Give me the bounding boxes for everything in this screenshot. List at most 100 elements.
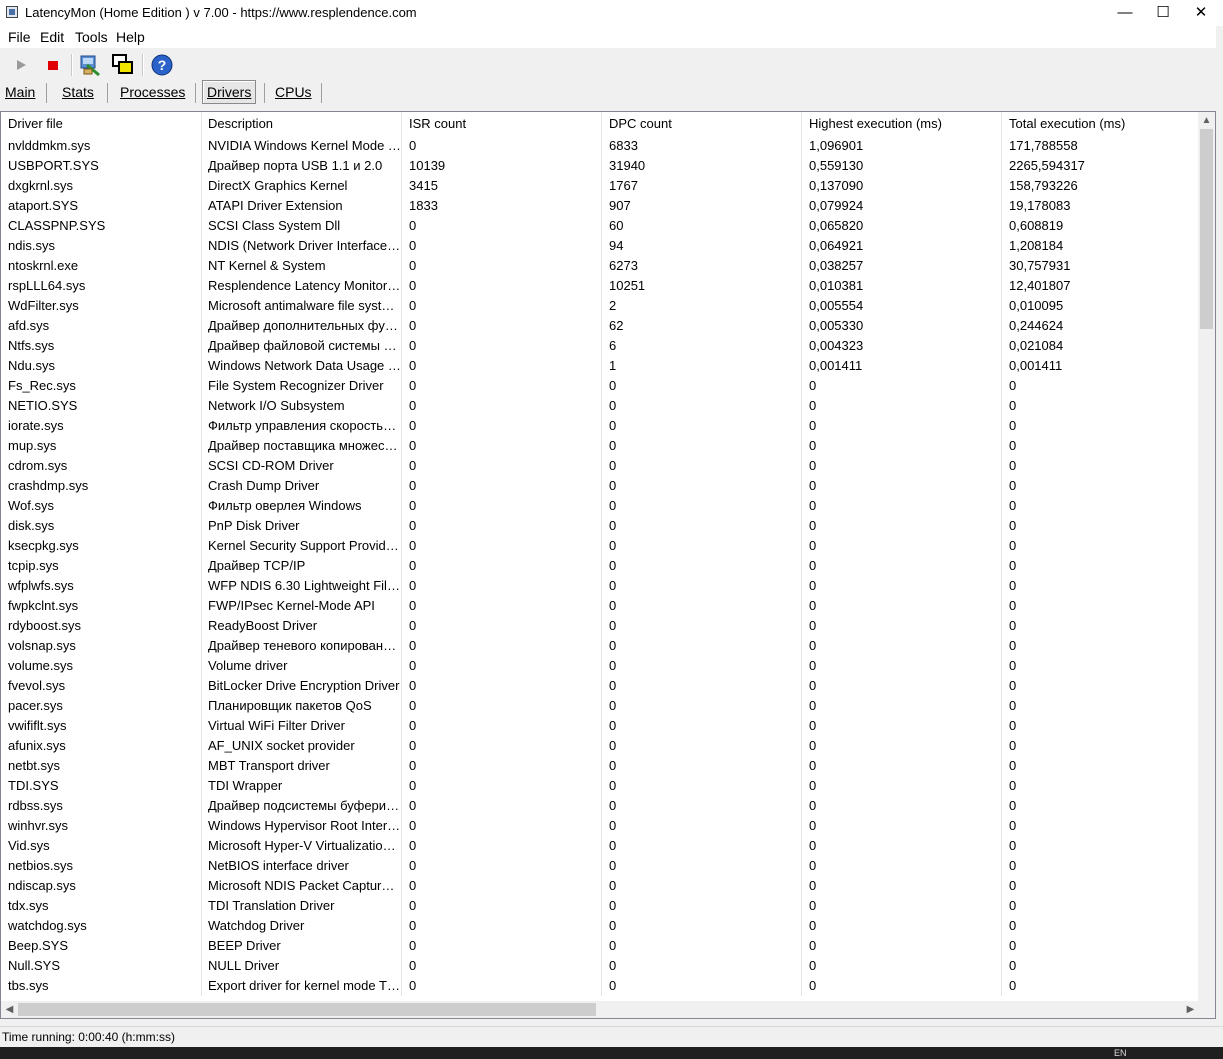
menu-edit[interactable]: Edit bbox=[40, 29, 64, 45]
table-row[interactable]: Vid.sys Microsoft Hyper-V Virtualization … bbox=[1, 836, 1199, 856]
table-cell: 0 bbox=[602, 836, 802, 856]
table-row[interactable]: tbs.sysExport driver for kernel mode TPM… bbox=[1, 976, 1199, 996]
table-row[interactable]: Beep.SYS BEEP Driver 0 0 0 0 bbox=[1, 936, 1199, 956]
table-row[interactable]: rdyboost.sys ReadyBoost Driver 0 0 0 0 bbox=[1, 616, 1199, 636]
table-cell: 0 bbox=[602, 896, 802, 916]
table-row[interactable]: crashdmp.sys Crash Dump Driver 0 0 0 0 bbox=[1, 476, 1199, 496]
table-cell: SCSI Class System Dll bbox=[201, 216, 402, 236]
tab-cpus[interactable]: CPUs bbox=[271, 81, 316, 103]
table-row[interactable]: mup.sysДрайвер поставщика множественного… bbox=[1, 436, 1199, 456]
help-icon[interactable]: ? bbox=[149, 52, 175, 78]
table-row[interactable]: USBPORT.SYS Драйвер порта USB 1.1 и 2.0 10… bbox=[1, 156, 1199, 176]
table-row[interactable]: tcpip.sys Драйвер TCP/IP 0 0 0 0 bbox=[1, 556, 1199, 576]
table-row[interactable]: rdbss.sys Драйвер подсистемы буферизации 0… bbox=[1, 796, 1199, 816]
table-cell: Драйвер файловой системы NTFS bbox=[201, 336, 402, 356]
menu-tools[interactable]: Tools bbox=[75, 29, 108, 45]
table-row[interactable]: volsnap.sys Драйвер теневого копирования … bbox=[1, 636, 1199, 656]
window-edge bbox=[1216, 26, 1223, 1026]
table-row[interactable]: dxgkrnl.sys DirectX Graphics Kernel 3415 17… bbox=[1, 176, 1199, 196]
column-header[interactable]: Driver file bbox=[1, 112, 202, 136]
table-row[interactable]: rspLLL64.sys Resplendence Latency Monitor… bbox=[1, 276, 1199, 296]
vertical-scrollbar[interactable]: ▲ bbox=[1198, 112, 1215, 1002]
table-row[interactable]: fvevol.sys BitLocker Drive Encryption Dri… bbox=[1, 676, 1199, 696]
table-cell: 0 bbox=[802, 616, 1002, 636]
table-row[interactable]: pacer.sys Планировщик пакетов QoS 0 0 0 0 bbox=[1, 696, 1199, 716]
table-cell: NDIS (Network Driver Interface Specifica… bbox=[201, 236, 402, 256]
column-header[interactable]: Highest execution (ms) bbox=[802, 112, 1002, 136]
table-cell: 0,608819 bbox=[1002, 216, 1199, 236]
tab-drivers[interactable]: Drivers bbox=[202, 80, 257, 104]
table-row[interactable]: wfplwfs.sys WFP NDIS 6.30 Lightweight Fil… bbox=[1, 576, 1199, 596]
table-cell: 0 bbox=[402, 576, 602, 596]
table-row[interactable]: afd.sys Драйвер дополнительных функций 0 62… bbox=[1, 316, 1199, 336]
table-row[interactable]: WdFilter.sys Microsoft antimalware file s… bbox=[1, 296, 1199, 316]
table-cell: 0,559130 bbox=[802, 156, 1002, 176]
table-cell: 62 bbox=[602, 316, 802, 336]
scroll-up-icon[interactable]: ▲ bbox=[1198, 112, 1215, 129]
horizontal-scroll-thumb[interactable] bbox=[18, 1003, 596, 1016]
column-header[interactable]: Description bbox=[201, 112, 402, 136]
table-cell: Драйвер подсистемы буферизации bbox=[201, 796, 402, 816]
language-indicator[interactable]: EN bbox=[1114, 1048, 1127, 1058]
table-row[interactable]: winhvr.sys Windows Hypervisor Root Interf… bbox=[1, 816, 1199, 836]
menu-file[interactable]: File bbox=[8, 29, 31, 45]
close-button[interactable]: ✕ bbox=[1182, 0, 1220, 26]
menu-help[interactable]: Help bbox=[116, 29, 145, 45]
table-row[interactable]: ataport.SYS ATAPI Driver Extension 1833 907… bbox=[1, 196, 1199, 216]
column-header[interactable]: DPC count bbox=[602, 112, 802, 136]
table-row[interactable]: cdrom.sys SCSI CD-ROM Driver 0 0 0 0 bbox=[1, 456, 1199, 476]
table-cell: 0 bbox=[602, 536, 802, 556]
table-row[interactable]: ntoskrnl.exe NT Kernel & System 0 6273 0,038… bbox=[1, 256, 1199, 276]
table-row[interactable]: watchdog.sys Watchdog Driver 0 0 0 0 bbox=[1, 916, 1199, 936]
table-row[interactable]: Fs_Rec.sys File System Recognizer Driver 0… bbox=[1, 376, 1199, 396]
table-cell: 2265,594317 bbox=[1002, 156, 1199, 176]
table-row[interactable]: nvlddmkm.sys NVIDIA Windows Kernel Mode D… bbox=[1, 136, 1199, 156]
table-row[interactable]: volume.sys Volume driver 0 0 0 0 bbox=[1, 656, 1199, 676]
table-row[interactable]: fwpkclnt.sys FWP/IPsec Kernel-Mode API 0 0 0… bbox=[1, 596, 1199, 616]
table-row[interactable]: ndiscap.sys Microsoft NDIS Packet Capture… bbox=[1, 876, 1199, 896]
tab-stats[interactable]: Stats bbox=[58, 81, 98, 103]
vertical-scroll-thumb[interactable] bbox=[1200, 129, 1213, 329]
tab-main[interactable]: Main bbox=[1, 81, 39, 103]
table-cell: 0 bbox=[602, 776, 802, 796]
column-header[interactable]: Total execution (ms) bbox=[1002, 112, 1199, 136]
table-row[interactable]: netbt.sys MBT Transport driver 0 0 0 0 bbox=[1, 756, 1199, 776]
tab-processes[interactable]: Processes bbox=[116, 81, 189, 103]
windows-icon[interactable] bbox=[110, 52, 136, 78]
table-row[interactable]: afunix.sys AF_UNIX socket provider 0 0 0 0 bbox=[1, 736, 1199, 756]
table-row[interactable]: TDI.SYS TDI Wrapper 0 0 0 0 bbox=[1, 776, 1199, 796]
scroll-left-icon[interactable]: ◀ bbox=[1, 1001, 18, 1018]
tools-icon[interactable] bbox=[78, 52, 104, 78]
table-row[interactable]: NETIO.SYS Network I/O Subsystem 0 0 0 0 bbox=[1, 396, 1199, 416]
maximize-button[interactable]: ☐ bbox=[1144, 0, 1182, 26]
table-cell: 0 bbox=[1002, 516, 1199, 536]
table-cell: TDI Translation Driver bbox=[201, 896, 402, 916]
table-row[interactable]: ksecpkg.sys Kernel Security Support Provi… bbox=[1, 536, 1199, 556]
table-cell: Network I/O Subsystem bbox=[201, 396, 402, 416]
table-row[interactable]: vwififlt.sys Virtual WiFi Filter Driver 0 0… bbox=[1, 716, 1199, 736]
table-row[interactable]: disk.sys PnP Disk Driver 0 0 0 0 bbox=[1, 516, 1199, 536]
table-row[interactable]: ndis.sys NDIS (Network Driver Interface S… bbox=[1, 236, 1199, 256]
horizontal-scrollbar[interactable]: ◀ ▶ bbox=[1, 1001, 1199, 1018]
table-cell: 0 bbox=[1002, 376, 1199, 396]
table-cell: Ndu.sys bbox=[1, 356, 202, 376]
table-row[interactable]: CLASSPNP.SYS SCSI Class System Dll 0 60 0,06… bbox=[1, 216, 1199, 236]
scroll-right-icon[interactable]: ▶ bbox=[1182, 1001, 1199, 1018]
table-cell: disk.sys bbox=[1, 516, 202, 536]
table-row[interactable]: Ndu.sysWindows Network Data Usage Monito… bbox=[1, 356, 1199, 376]
table-cell: 0 bbox=[602, 916, 802, 936]
table-row[interactable]: netbios.sys NetBIOS interface driver 0 0 0 0 bbox=[1, 856, 1199, 876]
column-header[interactable]: ISR count bbox=[402, 112, 602, 136]
table-row[interactable]: Null.SYS NULL Driver 0 0 0 0 bbox=[1, 956, 1199, 976]
play-icon[interactable] bbox=[8, 52, 34, 78]
table-cell: 0 bbox=[402, 876, 602, 896]
stop-icon[interactable] bbox=[40, 52, 66, 78]
table-cell: 0 bbox=[802, 676, 1002, 696]
table-row[interactable]: tdx.sys TDI Translation Driver 0 0 0 0 bbox=[1, 896, 1199, 916]
minimize-button[interactable]: — bbox=[1106, 0, 1144, 26]
table-row[interactable]: Ntfs.sys Драйвер файловой системы NTFS 0 6 0… bbox=[1, 336, 1199, 356]
drivers-table[interactable]: Driver file Description ISR count DPC count… bbox=[0, 111, 1216, 1019]
table-row[interactable]: iorate.sysФильтр управления скоростью вв… bbox=[1, 416, 1199, 436]
table-cell: ReadyBoost Driver bbox=[201, 616, 402, 636]
table-row[interactable]: Wof.sys Фильтр оверлея Windows 0 0 0 0 bbox=[1, 496, 1199, 516]
